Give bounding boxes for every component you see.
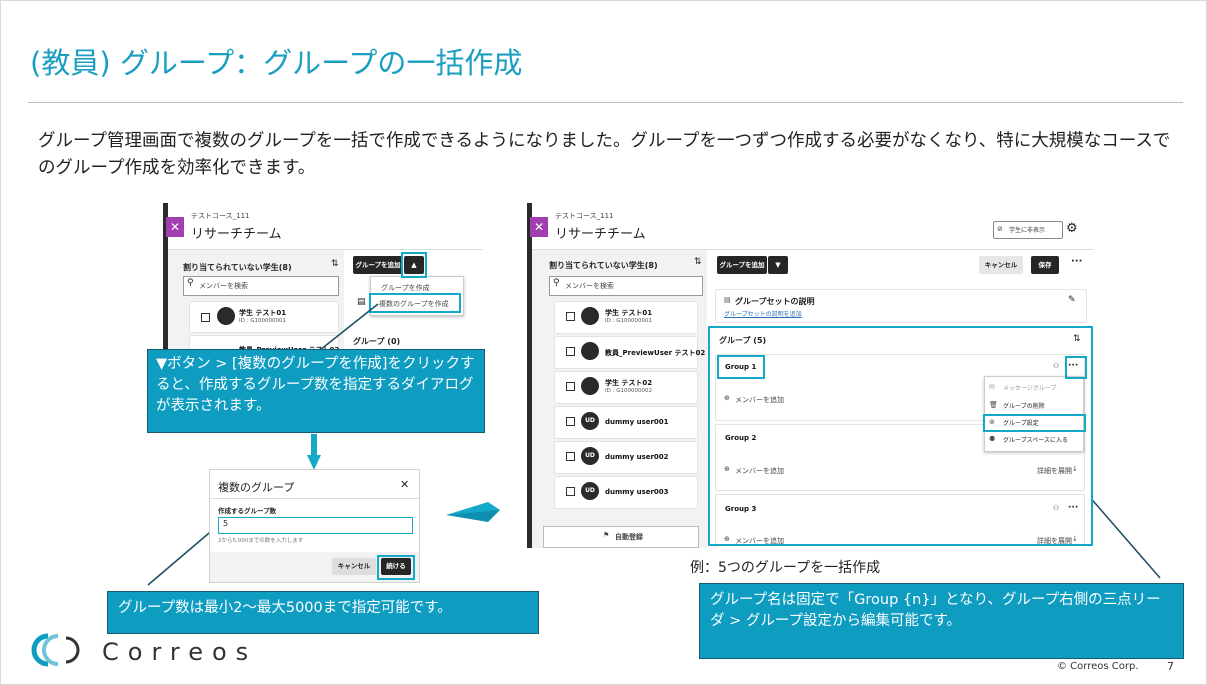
avatar (581, 377, 599, 395)
callout-name-note: グループ名は固定で「Group {n}」となり、グループ右側の三点リーダ > グ… (699, 583, 1184, 659)
dialog-divider (210, 498, 419, 499)
hidden-eye-icon: ⊘ (997, 225, 1003, 233)
student-checkbox[interactable] (566, 382, 575, 391)
group-count-input[interactable] (218, 517, 413, 534)
avatar: UD (581, 482, 599, 500)
avatar (581, 342, 599, 360)
student-id: ID : G100000001 (605, 318, 652, 324)
doc-icon: ▤ (724, 296, 731, 304)
gear-icon[interactable]: ⚙ (1066, 221, 1078, 236)
sort-icon[interactable]: ⇅ (694, 257, 702, 267)
student-checkbox[interactable] (566, 487, 575, 496)
close-icon[interactable]: ✕ (400, 478, 409, 491)
visibility-label: 学生に非表示 (1009, 227, 1046, 234)
unassigned-header: 割り当てられていない学生(8) (549, 261, 658, 270)
avatar (581, 307, 599, 325)
avatar: UD (581, 447, 599, 465)
search-icon: ⚲ (553, 278, 560, 288)
groupset-desc-title: グループセットの説明 (735, 297, 815, 306)
highlight-groups-section (708, 326, 1093, 546)
student-name: 学生 テスト02 (605, 379, 653, 387)
student-id: ID : G100000002 (605, 388, 652, 394)
student-name: 教員_PreviewUser テスト02 (605, 349, 706, 357)
course-id: テストコース_111 (555, 212, 614, 220)
example-caption: 例：5つのグループを一括作成 (690, 560, 881, 576)
highlight-group1-name (717, 355, 765, 379)
student-checkbox[interactable] (566, 347, 575, 356)
groupset-desc-link[interactable]: グループセットの説明を追加 (724, 309, 802, 318)
callout-dropdown-note: ▼ボタン > [複数のグループを作成]をクリックすると、作成するグループ数を指定… (147, 349, 485, 433)
dropdown-toggle-button[interactable]: ▼ (768, 256, 788, 274)
auto-enroll-icon: ⚑ (603, 531, 610, 539)
field-hint: 2から5,000までの数を入力します (218, 538, 304, 544)
student-name: 学生 テスト01 (605, 309, 653, 317)
search-placeholder: メンバーを検索 (565, 282, 614, 290)
student-checkbox[interactable] (566, 312, 575, 321)
add-group-button[interactable]: グループを追加 (717, 256, 767, 274)
avatar: UD (581, 412, 599, 430)
student-checkbox[interactable] (566, 417, 575, 426)
cancel-button[interactable]: キャンセル (979, 256, 1023, 274)
student-name: dummy user001 (605, 418, 669, 426)
student-checkbox[interactable] (566, 452, 575, 461)
save-button[interactable]: 保存 (1031, 256, 1059, 274)
correos-logo: Correos (28, 630, 258, 670)
group-count-value: 5 (223, 519, 229, 528)
highlight-group-settings (983, 414, 1086, 432)
edit-pencil-icon[interactable]: ✎ (1068, 295, 1076, 305)
highlight-continue (377, 555, 415, 580)
highlight-more-options (1065, 356, 1087, 379)
student-name: dummy user003 (605, 488, 669, 496)
more-options-icon[interactable]: ··· (1071, 256, 1082, 267)
field-label: 作成するグループ数 (218, 507, 277, 515)
logo-mark-icon (31, 633, 80, 667)
callout-count-note: グループ数は最小2〜最大5000まで指定可能です。 (107, 591, 539, 634)
course-name: リサーチチーム (555, 227, 646, 242)
footer-copyright: © Correos Corp. (1057, 661, 1139, 672)
auto-enroll-label: 自動登録 (615, 533, 643, 541)
dialog-title: 複数のグループ (218, 481, 295, 494)
close-icon[interactable]: ✕ (530, 217, 548, 237)
logo-text: Correos (102, 638, 258, 666)
cancel-button[interactable]: キャンセル (332, 558, 376, 575)
student-name: dummy user002 (605, 453, 669, 461)
page-number: 7 (1167, 660, 1174, 673)
